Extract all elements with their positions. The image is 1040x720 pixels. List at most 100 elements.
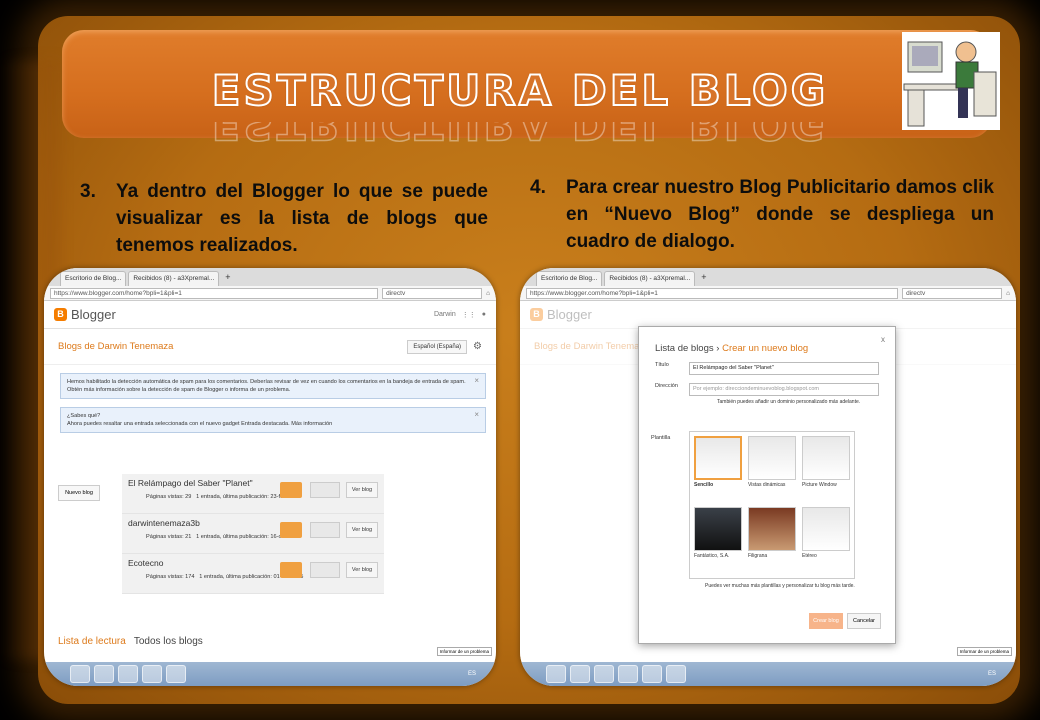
create-blog-button[interactable]: Crear blog <box>809 613 843 629</box>
slide-title: ESTRUCTURA DEL BLOG <box>211 65 829 116</box>
new-blog-dialog: Lista de blogs › Crear un nuevo blog x T… <box>638 326 896 644</box>
tab-blogger[interactable]: Escritorio de Blog... <box>60 271 127 286</box>
tab-gmail[interactable]: Recibidos (8) - a3Xpremal... <box>128 271 220 286</box>
template-label: Plantilla <box>651 435 671 441</box>
close-icon[interactable]: x <box>881 335 885 344</box>
taskbar-firefox-icon[interactable] <box>618 665 638 683</box>
view-blog-button[interactable]: Ver blog <box>346 562 378 578</box>
home-icon[interactable]: ⌂ <box>486 290 490 297</box>
step-4-number: 4. <box>530 177 546 198</box>
taskbar-explorer-icon[interactable] <box>546 665 566 683</box>
template-thumbnail <box>802 507 850 551</box>
posts-menu-icon[interactable] <box>310 562 340 578</box>
close-icon[interactable]: × <box>474 411 479 419</box>
taskbar: ES <box>44 662 496 686</box>
step-4-text: Para crear nuestro Blog Publicitario dam… <box>566 177 994 252</box>
apps-grid-icon[interactable]: ⋮⋮ <box>462 311 476 319</box>
cancel-button[interactable]: Cancelar <box>847 613 881 629</box>
edit-icon[interactable] <box>280 482 302 498</box>
spam-notice-text: Hemos habilitado la detección automática… <box>67 379 466 393</box>
posts-menu-icon[interactable] <box>310 482 340 498</box>
template-option[interactable]: Etéreo <box>802 507 850 574</box>
address-hint: También puedes añadir un dominio persona… <box>717 399 861 405</box>
taskbar-chrome-icon[interactable] <box>118 665 138 683</box>
title-row: Título El Relámpago del Saber "Planet" <box>655 362 879 375</box>
taskbar-explorer-icon[interactable] <box>70 665 90 683</box>
screenshot-blog-list: Escritorio de Blog... Recibidos (8) - a3… <box>44 268 496 686</box>
blogger-logo-text: Blogger <box>71 307 116 322</box>
gear-icon[interactable]: ⚙ <box>473 341 482 352</box>
address-label: Dirección <box>655 383 678 389</box>
title-field[interactable]: El Relámpago del Saber "Planet" <box>689 362 879 375</box>
tip-title: ¿Sabes qué? <box>67 413 101 419</box>
tab-blogger[interactable]: Escritorio de Blog... <box>536 271 603 286</box>
template-option[interactable]: Sencillo <box>694 436 742 503</box>
tab-gmail[interactable]: Recibidos (8) - a3Xpremal... <box>604 271 696 286</box>
edit-icon[interactable] <box>280 522 302 538</box>
template-thumbnail <box>748 436 796 480</box>
taskbar-network-icon[interactable] <box>666 665 686 683</box>
report-problem-tooltip[interactable]: Informar de un problema <box>956 647 1012 656</box>
report-problem-tooltip[interactable]: Informar de un problema <box>436 647 492 656</box>
dialog-breadcrumb[interactable]: Lista de blogs <box>655 343 714 354</box>
blogs-title-bar: Blogs de Darwin Tenemaza Español (España… <box>44 329 496 365</box>
taskbar-firefox-icon[interactable] <box>142 665 162 683</box>
taskbar-word-icon[interactable] <box>166 665 186 683</box>
list-item: Ecotecno Páginas vistas: 174 1 entrada, … <box>122 554 384 594</box>
language-select[interactable]: Español (España) <box>407 339 468 354</box>
all-blogs-link[interactable]: Todos los blogs <box>134 636 203 647</box>
computer-user-icon <box>902 32 1000 130</box>
new-tab-button[interactable]: + <box>221 271 234 286</box>
screenshot-new-blog-dialog: Escritorio de Blog... Recibidos (8) - a3… <box>520 268 1016 686</box>
tray-language: ES <box>987 671 996 677</box>
spam-notice: Hemos habilitado la detección automática… <box>60 373 486 399</box>
new-tab-button[interactable]: + <box>697 271 710 286</box>
template-option[interactable]: Filigrana <box>748 507 796 574</box>
blog-name[interactable]: El Relámpago del Saber "Planet" <box>128 478 378 488</box>
close-icon[interactable]: × <box>474 377 479 385</box>
browser-search-field[interactable]: directv <box>382 287 483 299</box>
address-field[interactable]: Por ejemplo: direcciondeminuevoblog.blog… <box>689 383 879 396</box>
home-icon[interactable]: ⌂ <box>1006 290 1010 297</box>
step-4: 4. Para crear nuestro Blog Publicitario … <box>530 174 994 255</box>
template-grid: Sencillo Vistas dinámicas Picture Window… <box>689 431 855 579</box>
template-name: Sencillo <box>694 482 714 488</box>
blog-name[interactable]: darwintenemaza3b <box>128 518 378 528</box>
avatar[interactable]: ● <box>482 311 486 318</box>
step-3-number: 3. <box>80 181 96 202</box>
taskbar-chrome-icon[interactable] <box>594 665 614 683</box>
url-field[interactable]: https://www.blogger.com/home?bpli=1&pli=… <box>526 287 899 299</box>
browser-search-field[interactable]: directv <box>902 287 1003 299</box>
step-3: 3. Ya dentro del Blogger lo que se puede… <box>80 178 488 259</box>
view-blog-button[interactable]: Ver blog <box>346 522 378 538</box>
title-label: Título <box>655 362 669 368</box>
posts-menu-icon[interactable] <box>310 522 340 538</box>
template-thumbnail <box>694 436 742 480</box>
browser-tabs: Escritorio de Blog... Recibidos (8) - a3… <box>520 268 1016 286</box>
new-blog-button[interactable]: Nuevo blog <box>58 485 100 501</box>
blog-views: Páginas vistas: 29 <box>146 494 192 500</box>
taskbar-media-icon[interactable] <box>570 665 590 683</box>
blogs-title: Blogs de Darwin Tenemaza <box>58 341 174 352</box>
view-blog-button[interactable]: Ver blog <box>346 482 378 498</box>
reading-list-bar: Lista de lectura Todos los blogs <box>58 636 203 647</box>
blog-name[interactable]: Ecotecno <box>128 558 378 568</box>
template-option[interactable]: Fantástico, S.A. <box>694 507 742 574</box>
taskbar: ES <box>520 662 1016 686</box>
dialog-header: Lista de blogs › Crear un nuevo blog <box>655 343 809 354</box>
template-option[interactable]: Picture Window <box>802 436 850 503</box>
blogger-header: B Blogger Darwin ⋮⋮ ● <box>44 301 496 329</box>
reading-list-link[interactable]: Lista de lectura <box>58 636 126 647</box>
edit-icon[interactable] <box>280 562 302 578</box>
address-bar: https://www.blogger.com/home?bpli=1&pli=… <box>44 286 496 301</box>
template-thumbnail <box>802 436 850 480</box>
taskbar-media-icon[interactable] <box>94 665 114 683</box>
step-3-text: Ya dentro del Blogger lo que se puede vi… <box>116 181 488 256</box>
url-field[interactable]: https://www.blogger.com/home?bpli=1&pli=… <box>50 287 379 299</box>
template-option[interactable]: Vistas dinámicas <box>748 436 796 503</box>
address-bar: https://www.blogger.com/home?bpli=1&pli=… <box>520 286 1016 301</box>
template-name: Vistas dinámicas <box>748 482 786 488</box>
taskbar-word-icon[interactable] <box>642 665 662 683</box>
tip-notice: ¿Sabes qué? Ahora puedes resaltar una en… <box>60 407 486 433</box>
template-name: Filigrana <box>748 553 768 559</box>
